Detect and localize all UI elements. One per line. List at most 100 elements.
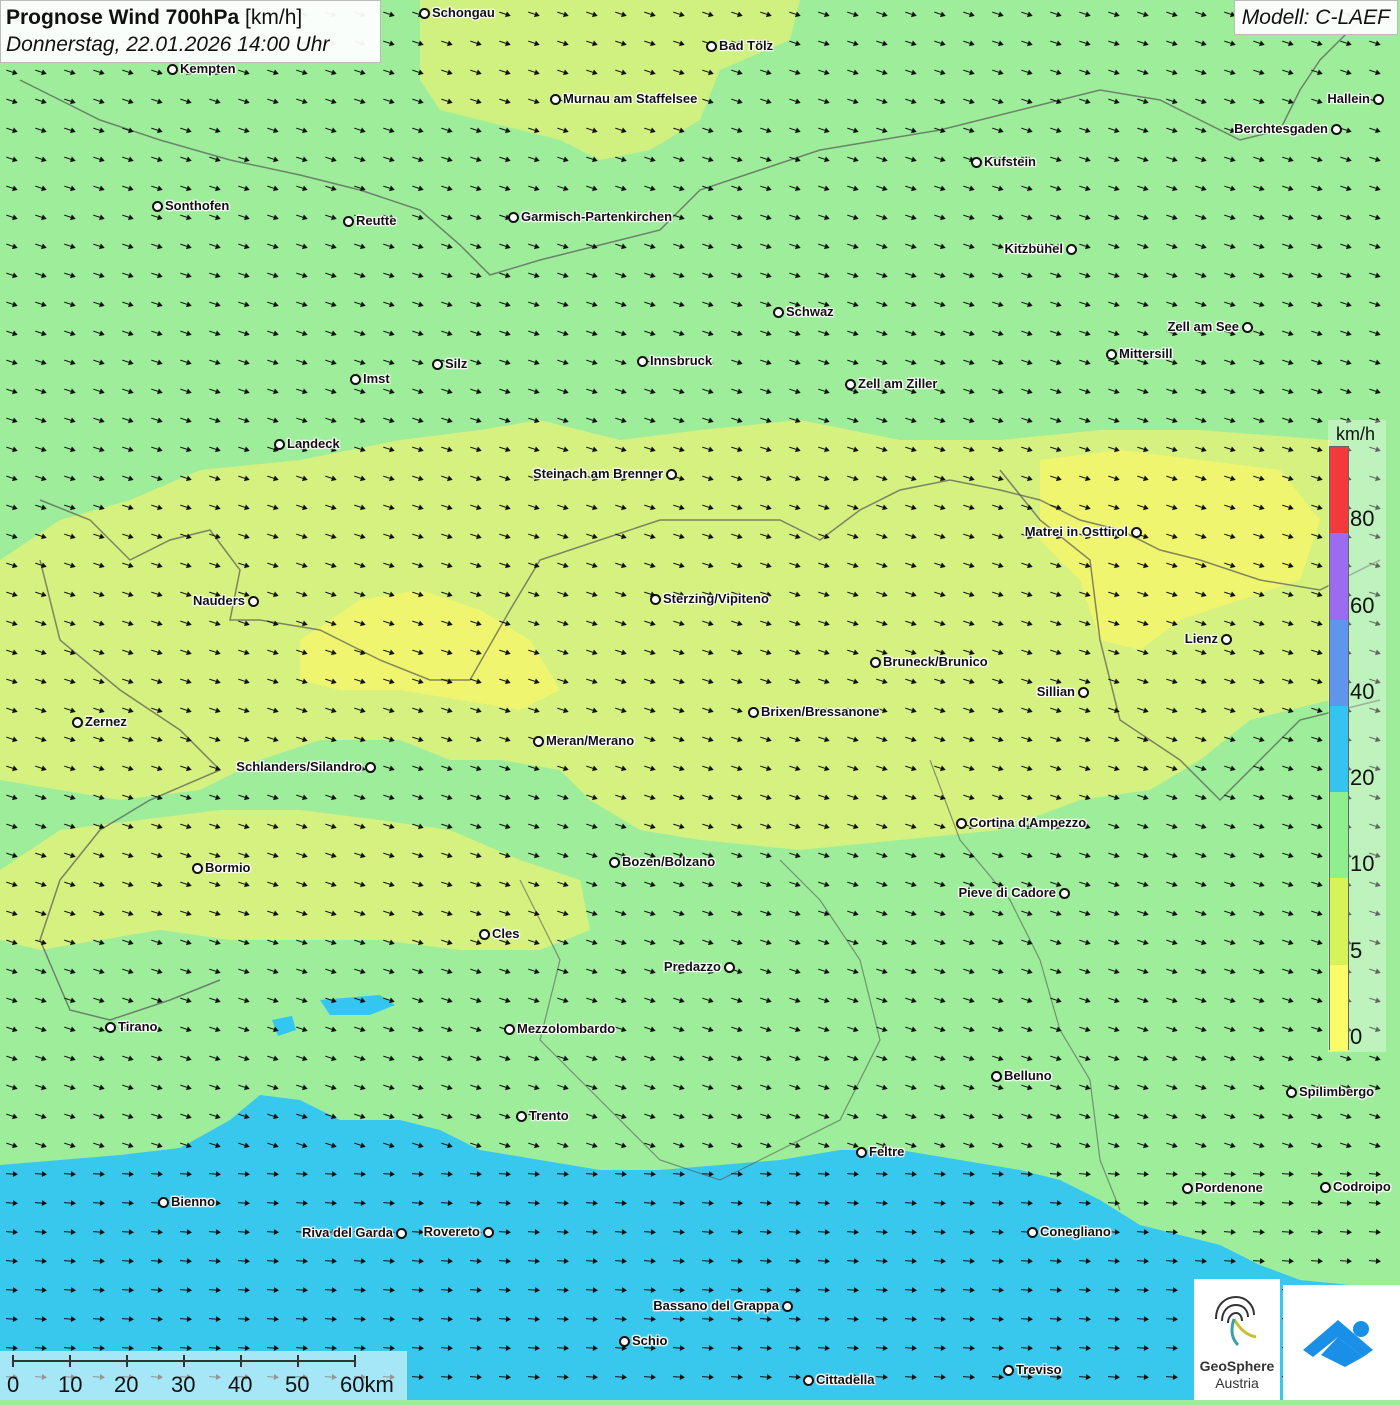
legend-color-segment [1330,792,1348,879]
city-marker [666,469,677,480]
city-marker [72,717,83,728]
city-marker [550,94,561,105]
city-label: Bienno [171,1194,216,1209]
city-label: Tirano [118,1019,158,1034]
city-marker [167,64,178,75]
city-label: Silz [445,356,468,371]
city-marker [350,374,361,385]
city-marker [1182,1183,1193,1194]
city-marker [1242,322,1253,333]
city-label: Matrei in Osttirol [1024,524,1128,539]
city-label: Bormio [205,860,251,875]
city-marker [1066,244,1077,255]
city-marker [274,439,285,450]
scale-label: 30 [171,1372,196,1397]
legend-label: 10 [1350,851,1375,876]
city-label: Hallein [1327,91,1370,106]
city-label: Sonthofen [165,198,230,213]
city-label: Cittadella [816,1372,875,1387]
city-label: Kitzbühel [1004,241,1064,256]
city-label: Imst [363,371,390,386]
legend-label: 5 [1350,938,1363,963]
city-marker [152,201,163,212]
scale-label: 40 [228,1372,253,1397]
city-marker [856,1147,867,1158]
city-label: Brixen/Bressanone [761,704,880,719]
city-marker [1106,349,1117,360]
city-label: Cortina d'Ampezzo [969,815,1087,830]
city-marker [1027,1227,1038,1238]
city-label: Feltre [869,1144,905,1159]
city-label: Riva del Garda [301,1225,393,1240]
city-marker [419,8,430,19]
legend-color-segment [1330,619,1348,706]
scale-label: 20 [114,1372,139,1397]
city-label: Mittersill [1119,346,1173,361]
map-title: Prognose Wind 700hPa [km/h] [6,5,375,31]
city-marker [724,962,735,973]
city-label: Trento [529,1108,569,1123]
city-label: Rovereto [423,1224,480,1239]
city-label: Predazzo [663,959,721,974]
city-marker [803,1375,814,1386]
legend-colorbar [1329,446,1349,1051]
forecast-datetime: Donnerstag, 22.01.2026 14:00 Uhr [6,33,330,56]
city-label: Conegliano [1040,1224,1111,1239]
city-marker [1003,1365,1014,1376]
city-label: Bozen/Bolzano [622,854,716,869]
city-marker [479,929,490,940]
city-marker [516,1111,527,1122]
city-label: Cles [492,926,520,941]
legend-label: 20 [1350,765,1375,790]
city-label: Innsbruck [650,353,713,368]
city-label: Schongau [432,5,495,20]
city-label: Bad Tölz [719,38,774,53]
city-marker [1320,1182,1331,1193]
city-label: Bassano del Grappa [653,1298,779,1313]
city-marker [650,594,661,605]
city-label: Codroipo [1333,1179,1391,1194]
city-marker [483,1227,494,1238]
city-label: Sillian [1036,684,1075,699]
scale-label: 50 [285,1372,310,1397]
legend-unit: km/h [1336,424,1376,444]
city-label: Bruneck/Brunico [883,654,988,669]
city-marker [396,1228,407,1239]
city-marker [706,41,717,52]
city-marker [1221,634,1232,645]
city-label: Reutte [356,213,397,228]
model-label: Modell: C-LAEF [1233,0,1398,35]
city-marker [343,216,354,227]
city-label: Zell am Ziller [858,376,938,391]
city-label: Kufstein [984,154,1036,169]
cloud-arrow-icon [1303,1320,1373,1367]
scale-label: 10 [58,1372,83,1397]
legend-color-segment [1330,533,1348,620]
city-label: Schio [632,1333,668,1348]
legend-label: 80 [1350,506,1375,531]
city-label: Nauders [192,593,245,608]
city-marker [508,212,519,223]
city-label: Berchtesgaden [1234,121,1328,136]
city-marker [248,596,259,607]
city-marker [504,1024,515,1035]
city-label: Mezzolombardo [517,1021,616,1036]
city-marker [971,157,982,168]
brand-name-line1: GeoSphere [1199,1358,1275,1374]
city-marker [619,1336,630,1347]
scale-label: 60km [340,1372,394,1397]
title-box: Prognose Wind 700hPa [km/h] Donnerstag, … [0,0,381,63]
city-marker [748,707,759,718]
city-label: Schwaz [786,304,834,319]
legend-color-segment [1330,878,1348,965]
city-marker [1373,94,1384,105]
city-label: Landeck [287,436,340,451]
city-label: Zernez [85,714,127,729]
city-label: Lienz [1184,631,1218,646]
scale-label: 0 [7,1372,20,1397]
city-marker [432,359,443,370]
city-label: Murnau am Staffelsee [563,91,698,106]
city-marker [845,379,856,390]
city-marker [158,1197,169,1208]
city-marker [637,356,648,367]
